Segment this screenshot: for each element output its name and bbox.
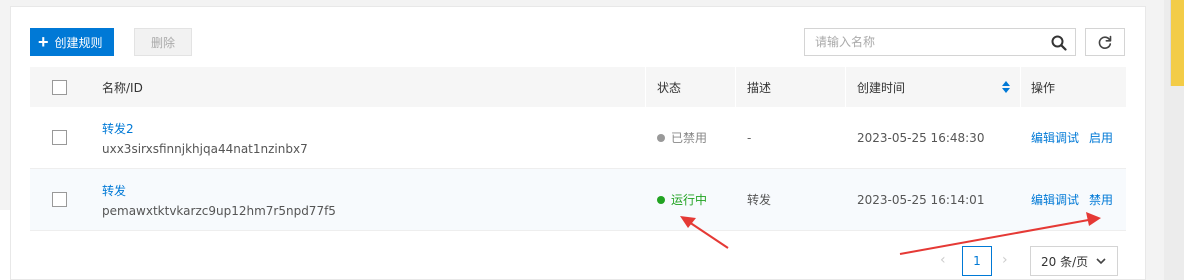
row-select-cell xyxy=(52,107,67,168)
ops-cell: 编辑调试 禁用 xyxy=(1031,169,1123,230)
row-select-cell xyxy=(52,169,67,230)
row-checkbox[interactable] xyxy=(52,130,67,145)
table-row: 转发 pemawxtktvkarzc9up12hm7r5npd77f5 运行中 … xyxy=(30,169,1126,231)
status-text: 运行中 xyxy=(671,193,708,207)
status-cell: 运行中 xyxy=(657,169,707,230)
table-row: 转发2 uxx3sirxsfinnjkhjqa44nat1nzinbx7 已禁用… xyxy=(30,107,1126,169)
column-divider xyxy=(1020,67,1021,107)
disable-link[interactable]: 禁用 xyxy=(1089,191,1113,208)
select-all-cell xyxy=(52,67,67,107)
plus-icon: + xyxy=(38,32,49,52)
rule-name-link[interactable]: 转发 xyxy=(102,182,126,199)
rule-name-link[interactable]: 转发2 xyxy=(102,120,134,137)
col-ops-header: 操作 xyxy=(1031,80,1056,95)
refresh-button[interactable] xyxy=(1085,28,1125,56)
row-checkbox[interactable] xyxy=(52,192,67,207)
enable-link[interactable]: 启用 xyxy=(1089,129,1113,146)
page-size-select[interactable]: 20 条/页 xyxy=(1030,246,1118,276)
status-cell: 已禁用 xyxy=(657,107,707,168)
create-rule-button[interactable]: + 创建规则 xyxy=(30,28,114,56)
rule-id: pemawxtktvkarzc9up12hm7r5npd77f5 xyxy=(102,203,336,218)
page-size-value: 20 条/页 xyxy=(1041,254,1089,269)
rule-id: uxx3sirxsfinnjkhjqa44nat1nzinbx7 xyxy=(102,141,308,156)
created-time: 2023-05-25 16:48:30 xyxy=(857,130,985,145)
page-number-button[interactable]: 1 xyxy=(962,246,992,276)
col-status-header: 状态 xyxy=(657,80,682,95)
column-divider xyxy=(645,67,646,107)
sort-toggle[interactable] xyxy=(1002,67,1010,107)
col-desc-header: 描述 xyxy=(747,80,772,95)
search-icon[interactable] xyxy=(1051,35,1067,51)
status-text: 已禁用 xyxy=(671,131,708,145)
desc-cell: - xyxy=(747,130,752,145)
next-page-icon[interactable]: › xyxy=(1002,252,1008,268)
sort-icon xyxy=(1002,81,1010,93)
column-divider xyxy=(845,67,846,107)
desc-cell: 转发 xyxy=(747,193,772,207)
edit-debug-link[interactable]: 编辑调试 xyxy=(1031,191,1079,208)
name-cell: 转发2 uxx3sirxsfinnjkhjqa44nat1nzinbx7 xyxy=(102,107,308,168)
refresh-icon xyxy=(1098,35,1112,49)
column-divider xyxy=(735,67,736,107)
delete-label: 删除 xyxy=(150,35,175,50)
search-input[interactable] xyxy=(813,29,1047,55)
chevron-down-icon xyxy=(1096,258,1106,265)
search-box xyxy=(804,28,1076,56)
created-time: 2023-05-25 16:14:01 xyxy=(857,192,985,207)
delete-button[interactable]: 删除 xyxy=(134,28,192,56)
col-name-header: 名称/ID xyxy=(102,80,143,95)
create-rule-label: 创建规则 xyxy=(54,35,103,50)
edit-debug-link[interactable]: 编辑调试 xyxy=(1031,129,1079,146)
status-dot-icon xyxy=(657,133,665,142)
ops-cell: 编辑调试 启用 xyxy=(1031,107,1123,168)
scroll-thumb[interactable] xyxy=(1170,0,1184,86)
col-created-header: 创建时间 xyxy=(857,80,906,95)
name-cell: 转发 pemawxtktvkarzc9up12hm7r5npd77f5 xyxy=(102,169,336,230)
status-dot-icon xyxy=(657,195,665,204)
select-all-checkbox[interactable] xyxy=(52,79,67,95)
prev-page-icon[interactable]: ‹ xyxy=(940,252,946,268)
table-header: 名称/ID 状态 描述 创建时间 操作 xyxy=(30,67,1126,107)
